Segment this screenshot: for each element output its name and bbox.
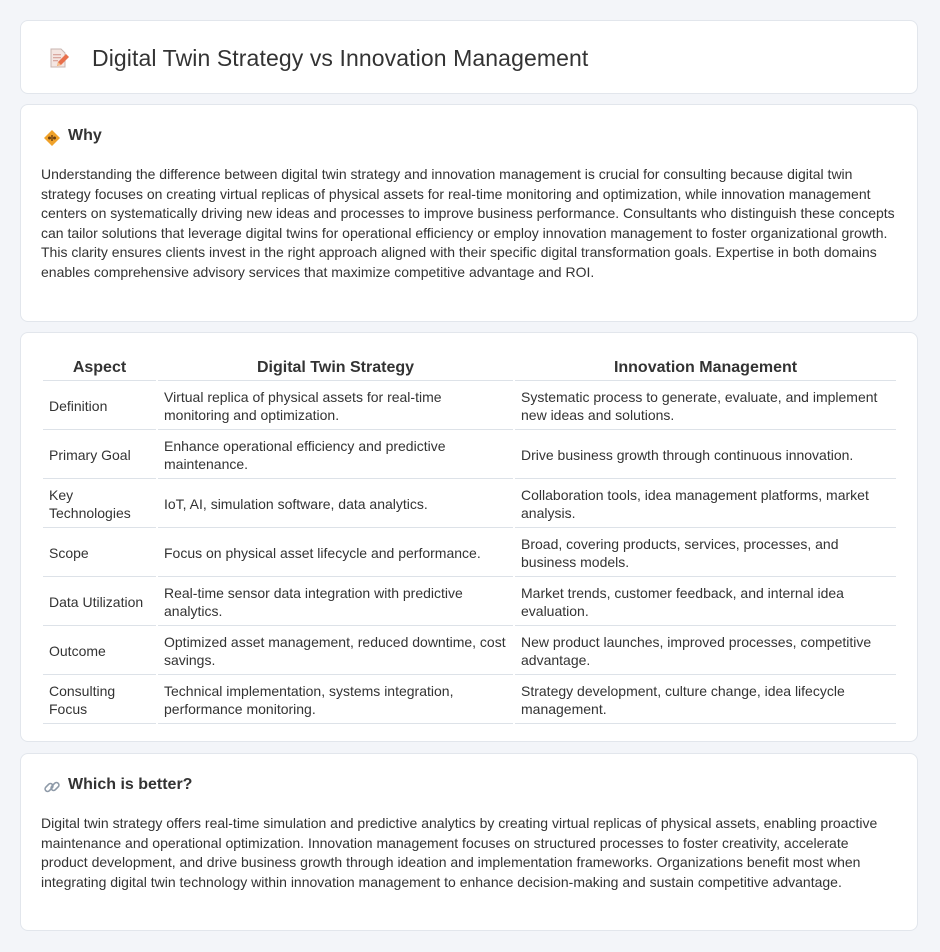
digital-twin-cell: Enhance operational efficiency and predi… (158, 432, 513, 479)
header-digital-twin: Digital Twin Strategy (158, 356, 513, 381)
comparison-table: Aspect Digital Twin Strategy Innovation … (41, 354, 898, 726)
table-row: Data Utilization Real-time sensor data i… (43, 579, 896, 626)
digital-twin-cell: Virtual replica of physical assets for r… (158, 383, 513, 430)
table-row: Definition Virtual replica of physical a… (43, 383, 896, 430)
lightbulb-icon (44, 130, 60, 146)
digital-twin-cell: Technical implementation, systems integr… (158, 677, 513, 724)
innovation-cell: Broad, covering products, services, proc… (515, 530, 896, 577)
innovation-cell: Collaboration tools, idea management pla… (515, 481, 896, 528)
digital-twin-cell: Real-time sensor data integration with p… (158, 579, 513, 626)
better-title: Which is better? (68, 776, 193, 793)
why-text: Understanding the difference between dig… (41, 166, 895, 280)
why-section: Why Understanding the difference between… (20, 104, 918, 322)
table-row: Consulting Focus Technical implementatio… (43, 677, 896, 724)
document-pencil-icon (50, 48, 69, 68)
comparison-section: Aspect Digital Twin Strategy Innovation … (20, 332, 918, 742)
header-aspect: Aspect (43, 356, 156, 381)
page-title: Digital Twin Strategy vs Innovation Mana… (92, 45, 589, 71)
aspect-cell: Outcome (43, 628, 156, 675)
better-text: Digital twin strategy offers real-time s… (41, 815, 878, 890)
digital-twin-cell: Focus on physical asset lifecycle and pe… (158, 530, 513, 577)
aspect-cell: Data Utilization (43, 579, 156, 626)
aspect-cell: Primary Goal (43, 432, 156, 479)
link-icon (44, 781, 60, 793)
digital-twin-cell: Optimized asset management, reduced down… (158, 628, 513, 675)
aspect-cell: Key Technologies (43, 481, 156, 528)
innovation-cell: New product launches, improved processes… (515, 628, 896, 675)
aspect-cell: Scope (43, 530, 156, 577)
digital-twin-cell: IoT, AI, simulation software, data analy… (158, 481, 513, 528)
table-row: Scope Focus on physical asset lifecycle … (43, 530, 896, 577)
innovation-cell: Drive business growth through continuous… (515, 432, 896, 479)
aspect-cell: Definition (43, 383, 156, 430)
table-row: Primary Goal Enhance operational efficie… (43, 432, 896, 479)
aspect-cell: Consulting Focus (43, 677, 156, 724)
header-innovation: Innovation Management (515, 356, 896, 381)
table-row: Outcome Optimized asset management, redu… (43, 628, 896, 675)
why-title: Why (68, 127, 102, 144)
innovation-cell: Strategy development, culture change, id… (515, 677, 896, 724)
innovation-cell: Market trends, customer feedback, and in… (515, 579, 896, 626)
which-is-better-section: Which is better? Digital twin strategy o… (20, 753, 918, 931)
table-header-row: Aspect Digital Twin Strategy Innovation … (43, 356, 896, 381)
header-card: Digital Twin Strategy vs Innovation Mana… (20, 20, 918, 94)
table-row: Key Technologies IoT, AI, simulation sof… (43, 481, 896, 528)
innovation-cell: Systematic process to generate, evaluate… (515, 383, 896, 430)
